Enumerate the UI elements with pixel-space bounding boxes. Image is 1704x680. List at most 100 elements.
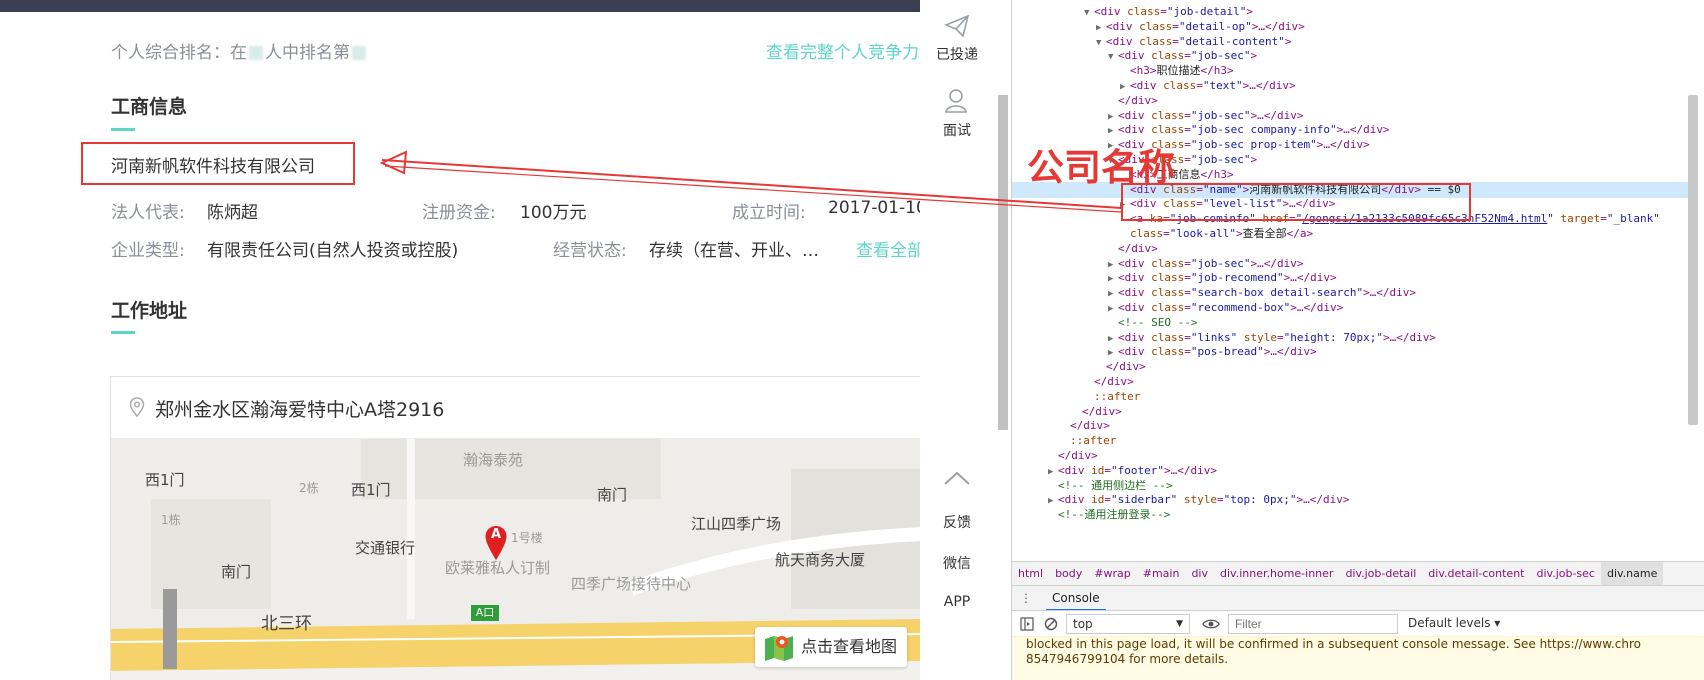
dom-node-line[interactable]: class="look-all">查看全部</a> bbox=[1012, 226, 1688, 242]
eye-icon[interactable] bbox=[1202, 618, 1220, 630]
breadcrumb-item[interactable]: html bbox=[1012, 562, 1049, 585]
dom-node-line[interactable]: <!--通用注册登录--> bbox=[1012, 507, 1688, 523]
breadcrumb-item[interactable]: div.name bbox=[1600, 562, 1664, 585]
dom-node-line[interactable]: ▶ <div class="detail-op">…</div> bbox=[1012, 19, 1688, 35]
blurred-value bbox=[352, 46, 366, 60]
company-type-label: 企业类型: bbox=[111, 241, 185, 261]
map-label: 2栋 bbox=[299, 481, 319, 495]
sidebar-toggle-icon[interactable] bbox=[1020, 617, 1034, 631]
dom-node-line[interactable]: ▶ <div class="job-sec">…</div> bbox=[1012, 108, 1688, 124]
app-button[interactable]: APP bbox=[920, 594, 994, 610]
log-levels-dropdown[interactable]: Default levels ▾ bbox=[1408, 616, 1500, 630]
dom-node-line[interactable]: ::after bbox=[1012, 389, 1688, 405]
ranking-prefix: 个人综合排名：在 bbox=[111, 43, 247, 63]
capital-label: 注册资金: bbox=[422, 203, 496, 223]
dom-node-line[interactable]: <h3>职位描述</h3> bbox=[1012, 63, 1688, 79]
page-scrollbar[interactable] bbox=[998, 95, 1008, 430]
breadcrumb-item[interactable]: div.job-sec bbox=[1531, 562, 1601, 585]
elements-scrollbar[interactable] bbox=[1688, 95, 1698, 425]
dom-node-line[interactable]: ▶ <div id="footer">…</div> bbox=[1012, 463, 1688, 479]
map-label: 瀚海泰苑 bbox=[463, 451, 524, 469]
dom-node-line[interactable]: </div> bbox=[1012, 93, 1688, 109]
breadcrumb-item[interactable]: div bbox=[1185, 562, 1214, 585]
feedback-button[interactable]: 反馈 bbox=[920, 512, 994, 532]
location-pin-icon bbox=[129, 397, 145, 417]
chevron-down-icon: ▼ bbox=[1176, 619, 1183, 629]
map-card: 郑州金水区瀚海爱特中心A塔2916 瀚海泰苑 西1门 2栋 西1门 南门 1栋 … bbox=[110, 376, 920, 680]
breadcrumb-item[interactable]: div.detail-content bbox=[1422, 562, 1530, 585]
dom-node-line[interactable]: ▼ <div class="detail-content"> bbox=[1012, 34, 1688, 50]
map-label: 交通银行 bbox=[355, 539, 416, 557]
context-value: top bbox=[1073, 617, 1093, 631]
dom-node-line[interactable]: ▶ <div id="siderbar" style="top: 0px;">…<… bbox=[1012, 492, 1688, 508]
console-line: blocked in this page load, it will be co… bbox=[1026, 637, 1641, 651]
map-label: 南门 bbox=[597, 486, 628, 504]
chevron-up-icon bbox=[944, 471, 970, 485]
dom-node-line[interactable]: ▼ <div class="job-detail"> bbox=[1012, 4, 1688, 20]
dom-node-line[interactable]: ▶ <div class="search-box detail-search">…… bbox=[1012, 285, 1688, 301]
dom-node-line[interactable]: <!-- SEO --> bbox=[1012, 315, 1688, 331]
dom-node-line[interactable]: </div> bbox=[1012, 374, 1688, 390]
dom-node-line[interactable]: ▶ <div class="job-sec">…</div> bbox=[1012, 256, 1688, 272]
dom-node-line[interactable]: </div> bbox=[1012, 418, 1688, 434]
breadcrumb-item[interactable]: #main bbox=[1137, 562, 1186, 585]
founded-label: 成立时间: bbox=[732, 203, 806, 223]
metro-exit-badge: A口 bbox=[471, 605, 499, 621]
dom-node-line[interactable]: ▶ <div class="job-sec company-info">…</di… bbox=[1012, 122, 1688, 138]
dom-node-line[interactable]: </div> bbox=[1012, 448, 1688, 464]
wechat-button[interactable]: 微信 bbox=[920, 553, 994, 573]
elements-tree[interactable]: ▼ <div class="job-detail"> ▶ <div class="de… bbox=[1012, 0, 1688, 561]
ranking-row: 个人综合排名：在 人中排名第 bbox=[111, 38, 368, 63]
view-all-link[interactable]: 查看全部 bbox=[856, 236, 920, 261]
map-marker-label: A bbox=[490, 527, 502, 542]
console-filter-input[interactable] bbox=[1228, 614, 1398, 634]
business-info-title: 工商信息 bbox=[111, 96, 188, 118]
breadcrumb-item[interactable]: div.inner.home-inner bbox=[1214, 562, 1339, 585]
console-warning-message: blocked in this page load, it will be co… bbox=[1012, 636, 1704, 680]
dom-node-line[interactable]: ▶ <div class="links" style="height: 70px;… bbox=[1012, 330, 1688, 346]
map-label: 1号楼 bbox=[511, 531, 543, 545]
map-label: 四季广场接待中心 bbox=[571, 575, 692, 593]
map-view[interactable]: 瀚海泰苑 西1门 2栋 西1门 南门 1栋 江山四季广场 1号楼 交通银行 航天… bbox=[111, 439, 920, 680]
back-to-top-button[interactable] bbox=[920, 470, 994, 492]
section-underline bbox=[111, 128, 135, 131]
legal-rep-label: 法人代表: bbox=[111, 203, 185, 223]
status-value: 存续（在营、开业、… bbox=[649, 241, 819, 261]
more-menu-icon[interactable]: ⋮ bbox=[1020, 591, 1032, 605]
work-address-title: 工作地址 bbox=[111, 300, 188, 322]
section-underline bbox=[111, 331, 135, 334]
clear-console-icon[interactable] bbox=[1044, 617, 1058, 631]
dom-node-line[interactable]: </div> bbox=[1012, 404, 1688, 420]
drawer-tabs: ⋮ Console bbox=[1012, 585, 1704, 611]
paper-plane-icon bbox=[944, 14, 970, 38]
blurred-value bbox=[249, 46, 263, 60]
view-competitiveness-link[interactable]: 查看完整个人竞争力 bbox=[766, 38, 919, 63]
view-map-button[interactable]: 点击查看地图 bbox=[754, 627, 907, 667]
dom-breadcrumb: html body #wrap #main div div.inner.home-inne… bbox=[1012, 561, 1704, 585]
dom-node-line[interactable]: </div> bbox=[1012, 359, 1688, 375]
breadcrumb-item[interactable]: div.job-detail bbox=[1339, 562, 1422, 585]
delivered-label: 已投递 bbox=[936, 47, 978, 63]
delivered-button[interactable]: 已投递 bbox=[920, 14, 994, 64]
dom-node-line[interactable]: </div> bbox=[1012, 241, 1688, 257]
address-text: 郑州金水区瀚海爱特中心A塔2916 bbox=[155, 399, 445, 421]
map-icon bbox=[764, 636, 793, 661]
dom-node-line[interactable]: ▶ <div class="job-recomend">…</div> bbox=[1012, 270, 1688, 286]
map-label: 1栋 bbox=[161, 513, 181, 527]
page-header-strip bbox=[0, 0, 920, 12]
dom-node-line[interactable]: ::after bbox=[1012, 433, 1688, 449]
map-label: 西1门 bbox=[145, 471, 185, 489]
person-icon bbox=[945, 89, 967, 113]
map-label: 航天商务大厦 bbox=[775, 551, 866, 569]
dom-node-line[interactable]: ▶ <div class="recommend-box">…</div> bbox=[1012, 300, 1688, 316]
console-tab[interactable]: Console bbox=[1046, 586, 1106, 611]
interview-button[interactable]: 面试 bbox=[920, 88, 994, 140]
dom-node-line[interactable]: ▶ <div class="pos-bread">…</div> bbox=[1012, 344, 1688, 360]
dom-node-line[interactable]: ▼ <div class="job-sec"> bbox=[1012, 48, 1688, 64]
dom-node-line[interactable]: ▶ <div class="text">…</div> bbox=[1012, 78, 1688, 94]
dom-node-line[interactable]: <!-- 通用侧边栏 --> bbox=[1012, 478, 1688, 494]
breadcrumb-item[interactable]: body bbox=[1049, 562, 1088, 585]
breadcrumb-item[interactable]: #wrap bbox=[1088, 562, 1136, 585]
context-select[interactable]: top ▼ bbox=[1066, 614, 1190, 634]
map-label: 北三环 bbox=[261, 614, 312, 634]
